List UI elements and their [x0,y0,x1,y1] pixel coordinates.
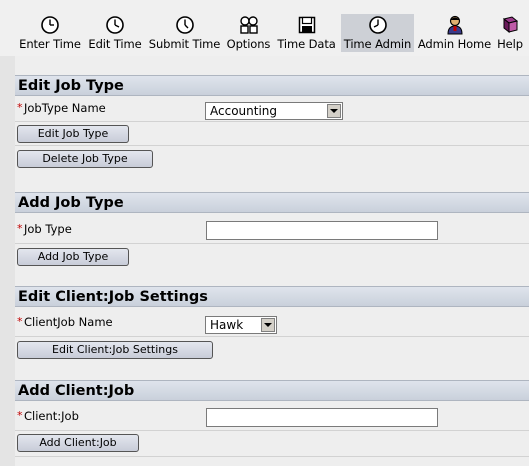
toolbar-label: Submit Time [148,37,221,51]
clientjob-name-select[interactable]: Hawk [205,316,277,334]
toolbar-edit-time[interactable]: Edit Time [86,14,144,52]
client-job-label: Client:Job [24,409,79,423]
toolbar-time-data[interactable]: Time Data [275,14,338,52]
help-book-icon [502,16,519,34]
clock-icon [368,16,387,34]
toolbar-enter-time[interactable]: Enter Time [17,14,83,52]
edit-job-type-button[interactable]: Edit Job Type [17,125,129,143]
add-job-type-row: Add Job Type [15,244,529,269]
chevron-down-icon[interactable] [261,318,275,332]
toolbar-label: Options [226,37,271,51]
add-job-type-button[interactable]: Add Job Type [17,248,129,266]
clock-icon [175,16,194,34]
delete-job-type-row: Delete Job Type [15,146,529,171]
jobtype-name-select[interactable]: Accounting [205,102,343,120]
options-icon [239,16,258,34]
chevron-down-icon[interactable] [327,104,341,118]
toolbar-admin-home[interactable]: Admin Home [417,14,492,52]
toolbar-label: Enter Time [19,37,81,51]
clock-icon [106,16,124,34]
required-marker: * [17,101,23,114]
jobtype-name-row: * JobType Name Accounting [15,97,529,122]
toolbar-label: Time Data [277,37,336,51]
toolbar-label: Edit Time [88,37,142,51]
main-toolbar: Enter Time Edit Time Submit Time Options [0,0,529,57]
section-title-add-job-type: Add Job Type [15,192,529,213]
jobtype-name-label: JobType Name [24,101,106,115]
toolbar-label: Time Admin [343,37,412,51]
toolbar-help[interactable]: Help [496,14,524,52]
edit-client-job-button[interactable]: Edit Client:Job Settings [17,341,213,359]
delete-job-type-button[interactable]: Delete Job Type [17,150,153,168]
required-marker: * [17,315,23,328]
section-title-edit-job-type: Edit Job Type [15,75,529,96]
client-job-input[interactable] [206,408,438,427]
edit-client-job-row: Edit Client:Job Settings [15,337,529,363]
left-gutter [0,56,15,466]
toolbar-label: Help [497,37,523,51]
toolbar-time-admin[interactable]: Time Admin [341,14,414,52]
clientjob-name-selected: Hawk [210,318,244,332]
add-client-job-row: Add Client:Job [15,431,529,457]
section-title-edit-client-job: Edit Client:Job Settings [15,286,529,307]
required-marker: * [17,222,23,235]
add-client-job-button[interactable]: Add Client:Job [17,434,139,452]
admin-person-icon [446,15,463,35]
section-title-add-client-job: Add Client:Job [15,380,529,401]
job-type-input[interactable] [206,221,438,240]
job-type-label: Job Type [24,222,72,236]
toolbar-submit-time[interactable]: Submit Time [148,14,221,52]
required-marker: * [17,409,23,422]
floppy-disk-icon [298,16,315,34]
edit-job-type-row: Edit Job Type [15,122,529,146]
job-type-row: * Job Type [15,214,529,244]
jobtype-name-selected: Accounting [210,104,278,118]
toolbar-options[interactable]: Options [225,14,272,52]
clientjob-name-label: ClientJob Name [24,315,113,329]
toolbar-label: Admin Home [417,37,492,51]
clock-icon [41,16,59,34]
clientjob-name-row: * ClientJob Name Hawk [15,308,529,337]
client-job-row: * Client:Job [15,402,529,431]
admin-page: Edit Job Type * JobType Name Accounting … [15,56,529,466]
